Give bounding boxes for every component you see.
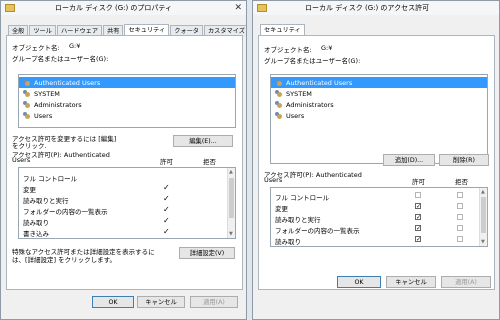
special-permission-text-2: は、[詳細設定] をクリックします。 bbox=[12, 256, 116, 264]
edit-button[interactable]: 編集(E)... bbox=[173, 135, 233, 147]
allow-checkbox[interactable]: ✓ bbox=[415, 236, 421, 243]
object-name-value: G:¥ bbox=[69, 42, 81, 50]
apply-button[interactable]: 適用(A) bbox=[190, 296, 238, 308]
user-row[interactable]: Authenticated Users bbox=[19, 77, 235, 88]
properties-titlebar: ローカル ディスク (G:) のプロパティ ✕ bbox=[1, 1, 246, 15]
user-group-icon bbox=[274, 100, 283, 109]
user-list[interactable]: Authenticated Users SYSTEM Administrators U… bbox=[18, 74, 236, 128]
deny-header: 拒否 bbox=[455, 178, 468, 186]
allow-checkbox[interactable]: ✓ bbox=[415, 225, 421, 232]
user-group-icon bbox=[22, 111, 31, 120]
scroll-thumb[interactable] bbox=[481, 197, 486, 233]
user-group-icon bbox=[274, 111, 283, 120]
user-name: Administrators bbox=[34, 100, 82, 109]
user-group-icon bbox=[274, 78, 283, 87]
deny-checkbox[interactable] bbox=[457, 203, 463, 209]
permission-row: 読み取りと実行 ✓ bbox=[19, 193, 235, 205]
group-label: グループ名またはユーザー名(G): bbox=[12, 55, 109, 63]
permissions-for-user: Users bbox=[12, 156, 31, 164]
permissions-titlebar: ローカル ディスク (G:) のアクセス許可 bbox=[253, 1, 499, 15]
deny-checkbox[interactable] bbox=[457, 236, 463, 242]
remove-button[interactable]: 削除(R) bbox=[439, 154, 489, 166]
deny-checkbox[interactable] bbox=[457, 225, 463, 231]
object-name-label: オブジェクト名: bbox=[264, 46, 312, 54]
user-name: SYSTEM bbox=[286, 89, 312, 98]
scroll-thumb[interactable] bbox=[229, 178, 234, 218]
user-name: Users bbox=[286, 111, 305, 120]
properties-window: ローカル ディスク (G:) のプロパティ ✕ 全般 ツール ハードウェア 共有 セキュ… bbox=[0, 0, 247, 320]
user-row[interactable]: Administrators bbox=[271, 99, 487, 110]
permission-row: フォルダーの内容の一覧表示 ✓ bbox=[271, 223, 487, 235]
user-row[interactable]: Users bbox=[19, 110, 235, 121]
apply-button[interactable]: 適用(A) bbox=[441, 276, 491, 288]
properties-title: ローカル ディスク (G:) のプロパティ bbox=[55, 4, 173, 12]
allow-check-icon: ✓ bbox=[163, 216, 170, 225]
allow-header: 許可 bbox=[160, 158, 173, 166]
user-group-icon bbox=[22, 89, 31, 98]
allow-checkbox[interactable] bbox=[415, 192, 421, 198]
cancel-button[interactable]: キャンセル bbox=[137, 296, 185, 308]
user-row[interactable]: Authenticated Users bbox=[271, 77, 487, 88]
ok-button[interactable]: OK bbox=[92, 296, 134, 308]
user-name: Authenticated Users bbox=[286, 78, 353, 87]
user-group-icon bbox=[22, 78, 31, 87]
permission-list: フル コントロール 変更 ✓ 読み取りと実行 ✓ フォルダーの内容の一覧表示 ✓ 読み取り ✓ ▲… bbox=[270, 187, 488, 247]
security-tab-panel: オブジェクト名: G:¥ グループ名またはユーザー名(G): Authentic… bbox=[6, 35, 243, 290]
permissions-for-user: Users bbox=[264, 176, 283, 184]
cancel-button[interactable]: キャンセル bbox=[386, 276, 436, 288]
user-name: SYSTEM bbox=[34, 89, 60, 98]
scroll-up-icon[interactable]: ▲ bbox=[229, 169, 233, 175]
user-row[interactable]: SYSTEM bbox=[19, 88, 235, 99]
user-name: Authenticated Users bbox=[34, 78, 101, 87]
user-name: Users bbox=[34, 111, 53, 120]
permissions-panel: オブジェクト名: G:¥ グループ名またはユーザー名(G): Authentic… bbox=[258, 35, 495, 290]
deny-header: 拒否 bbox=[203, 158, 216, 166]
allow-header: 許可 bbox=[412, 178, 425, 186]
add-button[interactable]: 追加(D)... bbox=[383, 154, 435, 166]
drive-icon bbox=[5, 4, 15, 12]
allow-check-icon: ✓ bbox=[163, 183, 170, 192]
scroll-up-icon[interactable]: ▲ bbox=[481, 189, 485, 195]
user-row[interactable]: SYSTEM bbox=[271, 88, 487, 99]
allow-check-icon: ✓ bbox=[163, 194, 170, 203]
advanced-button[interactable]: 詳細設定(V) bbox=[179, 247, 235, 259]
user-row[interactable]: Users bbox=[271, 110, 487, 121]
permissions-window: ローカル ディスク (G:) のアクセス許可 セキュリティ オブジェクト名: G… bbox=[252, 0, 500, 320]
object-name-value: G:¥ bbox=[321, 44, 333, 52]
close-icon[interactable]: ✕ bbox=[234, 3, 242, 13]
permission-row: 読み取りと実行 ✓ bbox=[271, 212, 487, 224]
permission-list: フル コントロール 変更 ✓ 読み取りと実行 ✓ フォルダーの内容の一覧表示 ✓ 読み取り ✓ 書… bbox=[18, 167, 236, 239]
scroll-down-icon[interactable]: ▼ bbox=[229, 231, 233, 237]
permission-name: 書き込み bbox=[23, 230, 49, 238]
permission-row: 変更 ✓ bbox=[271, 201, 487, 213]
group-label: グループ名またはユーザー名(G): bbox=[264, 57, 361, 65]
user-group-icon bbox=[274, 89, 283, 98]
permissions-title: ローカル ディスク (G:) のアクセス許可 bbox=[305, 4, 430, 12]
user-group-icon bbox=[22, 100, 31, 109]
permission-row: 書き込み ✓ bbox=[19, 226, 235, 238]
allow-checkbox[interactable]: ✓ bbox=[415, 203, 421, 210]
drive-icon bbox=[257, 4, 267, 12]
permission-row: フォルダーの内容の一覧表示 ✓ bbox=[19, 204, 235, 216]
allow-checkbox[interactable]: ✓ bbox=[415, 214, 421, 221]
user-row[interactable]: Administrators bbox=[19, 99, 235, 110]
permission-scrollbar[interactable]: ▲ ▼ bbox=[227, 168, 235, 238]
scroll-down-icon[interactable]: ▼ bbox=[481, 239, 485, 245]
permission-scrollbar[interactable]: ▲ ▼ bbox=[479, 188, 487, 246]
user-list[interactable]: Authenticated Users SYSTEM Administrators U… bbox=[270, 74, 488, 164]
permission-row: 読み取り ✓ bbox=[271, 234, 487, 246]
permission-name: 読み取り bbox=[275, 238, 301, 246]
permission-row: フル コントロール bbox=[19, 171, 235, 183]
object-name-label: オブジェクト名: bbox=[12, 44, 60, 52]
permission-row: 変更 ✓ bbox=[19, 182, 235, 194]
ok-button[interactable]: OK bbox=[337, 276, 381, 288]
permission-row: 読み取り ✓ bbox=[19, 215, 235, 227]
allow-check-icon: ✓ bbox=[163, 205, 170, 214]
allow-check-icon: ✓ bbox=[163, 227, 170, 236]
permission-row: フル コントロール bbox=[271, 190, 487, 202]
user-name: Administrators bbox=[286, 100, 334, 109]
deny-checkbox[interactable] bbox=[457, 214, 463, 220]
deny-checkbox[interactable] bbox=[457, 192, 463, 198]
